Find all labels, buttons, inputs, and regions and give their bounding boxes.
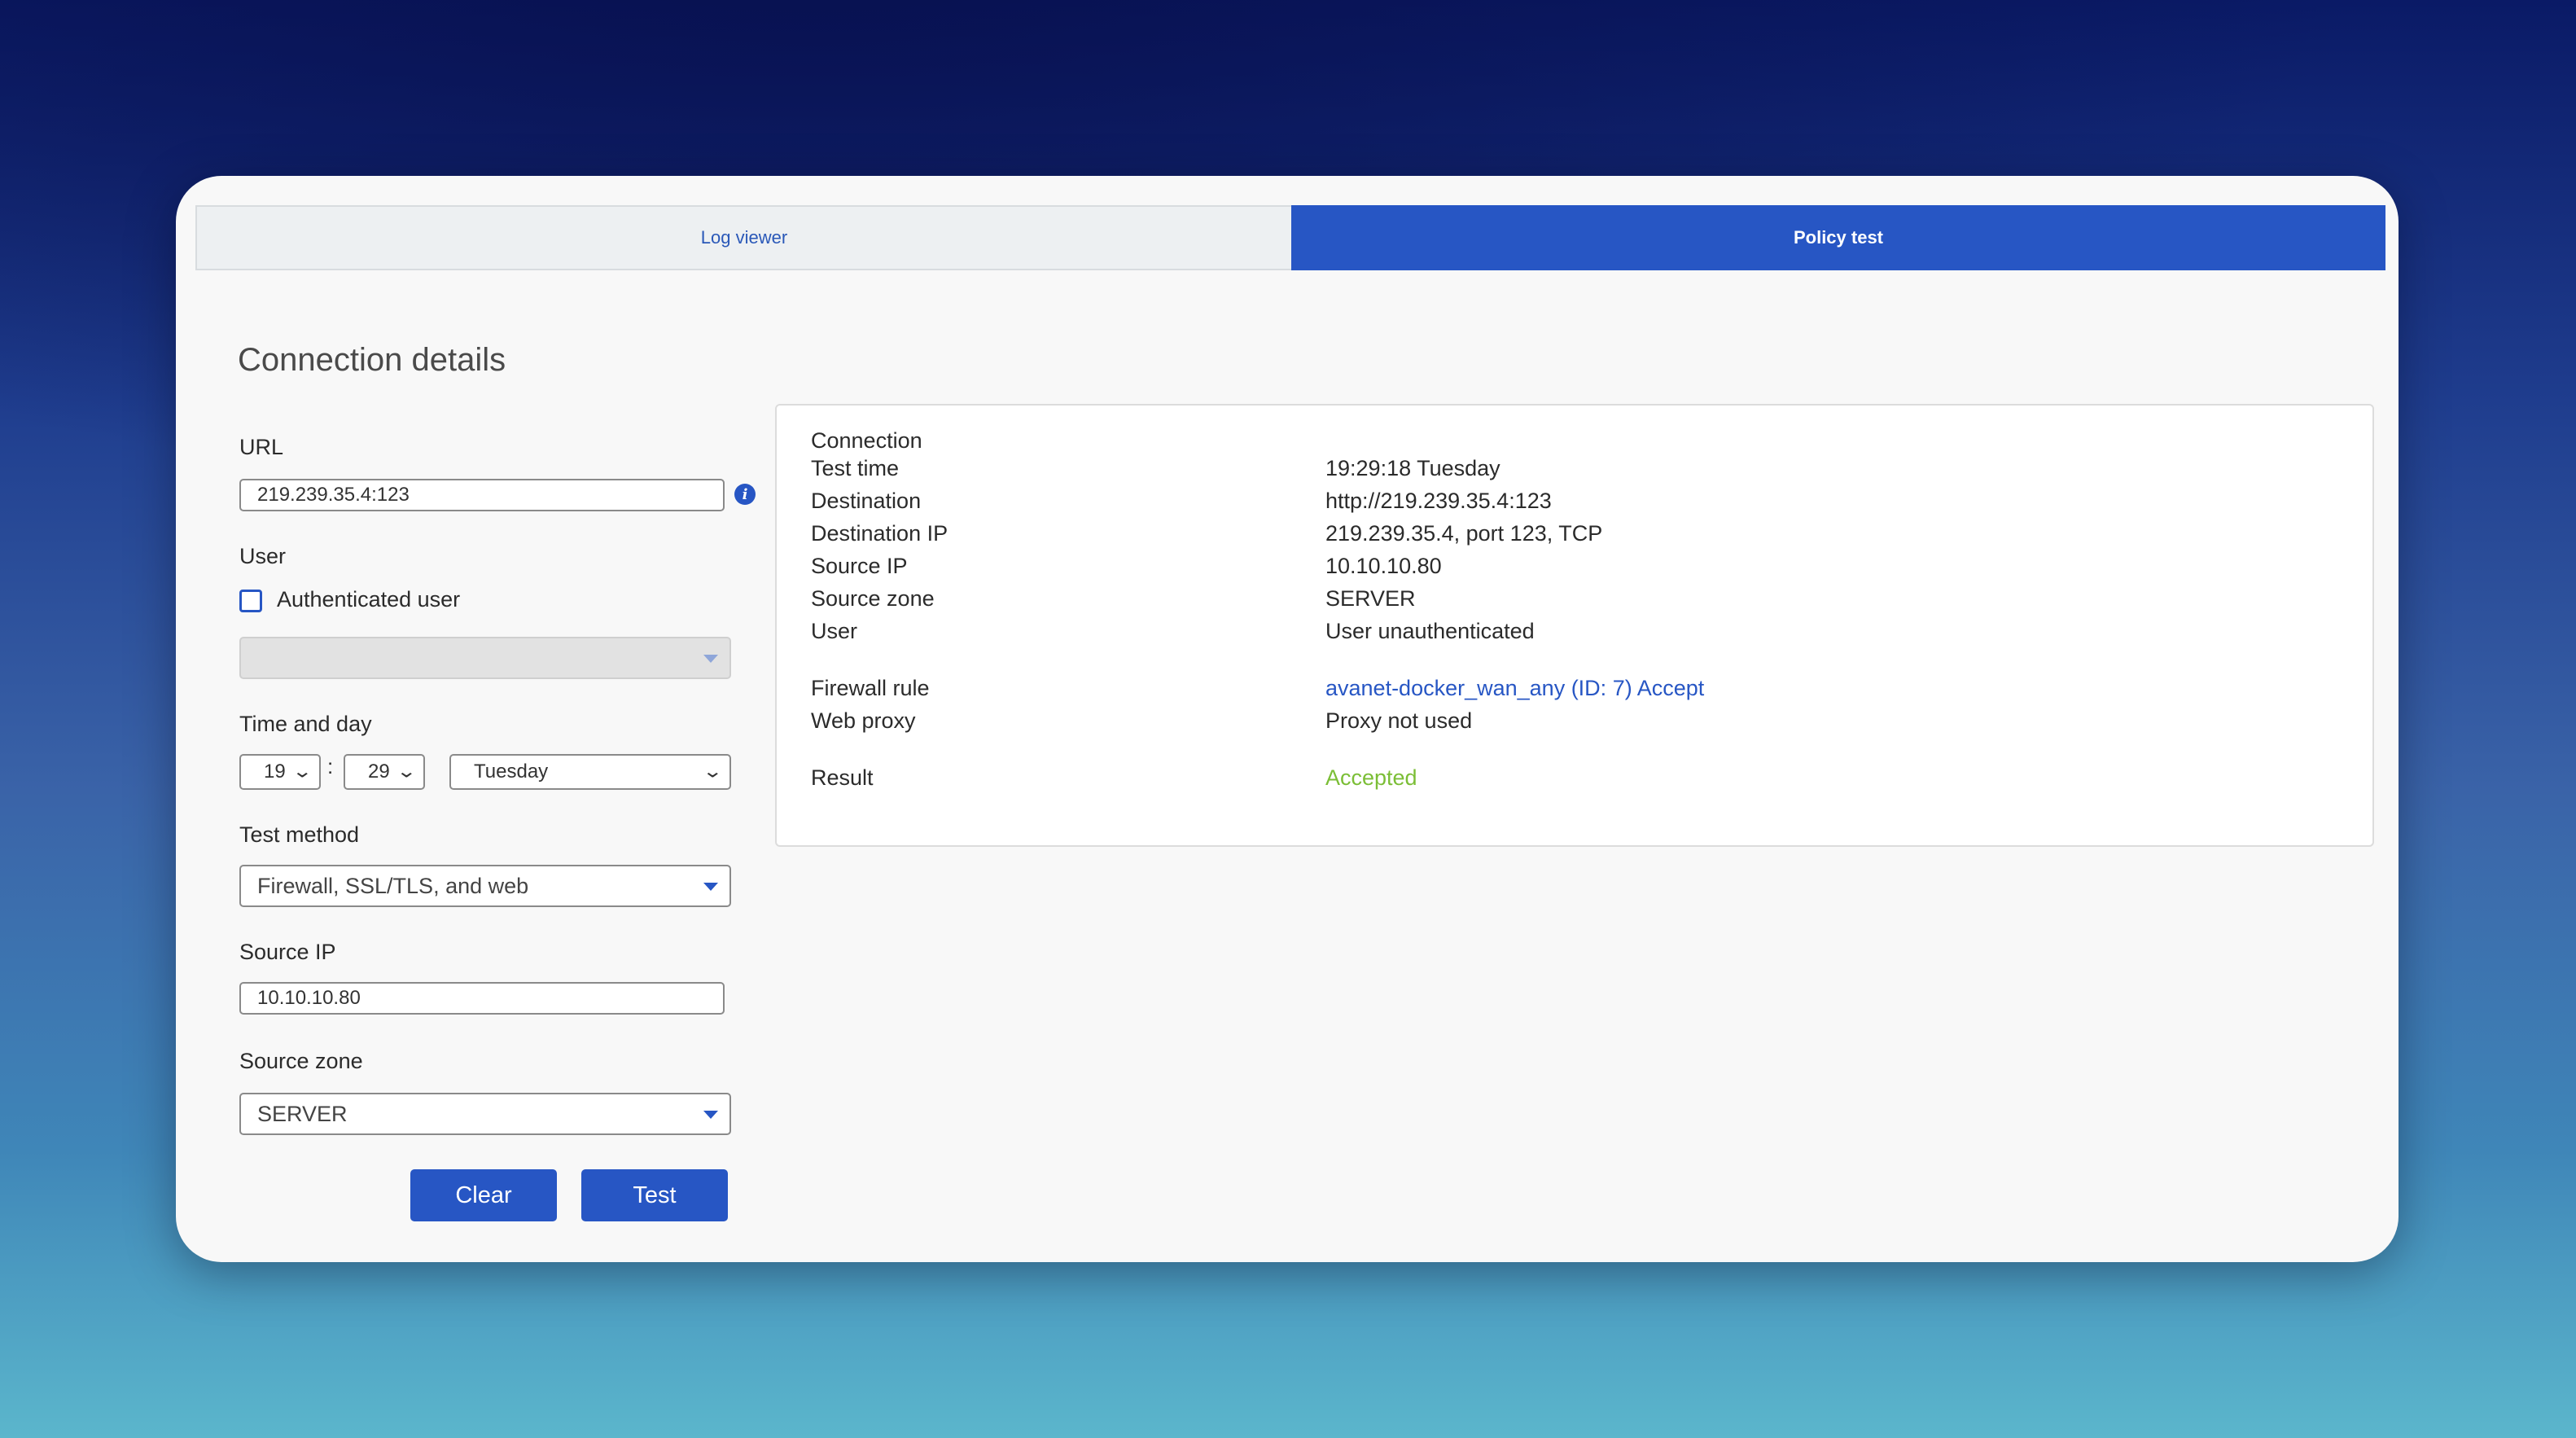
source-zone-label: Source zone xyxy=(239,1049,363,1073)
hour-select[interactable]: 19 ⌄ xyxy=(239,754,321,790)
test-method-select[interactable]: Firewall, SSL/TLS, and web xyxy=(239,865,731,907)
result-label-source-ip: Source IP xyxy=(811,554,908,578)
test-button[interactable]: Test xyxy=(581,1169,728,1221)
result-label-firewall-rule: Firewall rule xyxy=(811,676,930,700)
tab-policy-test[interactable]: Policy test xyxy=(1291,205,2385,270)
results-heading: Connection xyxy=(811,428,922,453)
policy-test-window: Log viewer Policy test Connection detail… xyxy=(176,176,2399,1262)
result-value-source-zone: SERVER xyxy=(1325,586,1416,611)
chevron-down-icon: ⌄ xyxy=(291,761,313,783)
result-value-source-ip: 10.10.10.80 xyxy=(1325,554,1442,578)
url-input[interactable] xyxy=(239,479,725,511)
firewall-rule-link[interactable]: avanet-docker_wan_any (ID: 7) Accept xyxy=(1325,676,1704,701)
page-title: Connection details xyxy=(238,342,506,378)
info-icon[interactable]: i xyxy=(734,484,756,505)
chevron-down-icon: ⌄ xyxy=(701,761,723,783)
source-zone-value: SERVER xyxy=(257,1101,348,1126)
day-value: Tuesday xyxy=(474,761,549,783)
authenticated-user-checkbox[interactable] xyxy=(239,590,262,612)
result-label-source-zone: Source zone xyxy=(811,586,935,611)
result-value-destination-ip: 219.239.35.4, port 123, TCP xyxy=(1325,521,1603,546)
test-method-value: Firewall, SSL/TLS, and web xyxy=(257,873,529,898)
result-value-web-proxy: Proxy not used xyxy=(1325,708,1473,733)
caret-down-icon xyxy=(703,1111,718,1119)
result-label-web-proxy: Web proxy xyxy=(811,708,916,733)
time-and-day-label: Time and day xyxy=(239,712,372,736)
hour-value: 19 xyxy=(264,761,286,783)
minute-value: 29 xyxy=(368,761,390,783)
source-ip-input[interactable] xyxy=(239,982,725,1015)
minute-select[interactable]: 29 ⌄ xyxy=(344,754,425,790)
source-zone-select[interactable]: SERVER xyxy=(239,1093,731,1135)
source-ip-label: Source IP xyxy=(239,940,336,964)
time-separator: : xyxy=(327,754,334,778)
result-value-destination: http://219.239.35.4:123 xyxy=(1325,489,1552,513)
result-value-user: User unauthenticated xyxy=(1325,619,1535,643)
url-label: URL xyxy=(239,435,284,459)
result-value-test-time: 19:29:18 Tuesday xyxy=(1325,456,1500,480)
user-select xyxy=(239,637,731,679)
caret-down-icon xyxy=(703,655,718,663)
tab-bar: Log viewer Policy test xyxy=(195,205,2385,270)
result-label-test-time: Test time xyxy=(811,456,900,480)
clear-button[interactable]: Clear xyxy=(410,1169,557,1221)
result-label-destination: Destination xyxy=(811,489,922,513)
user-label: User xyxy=(239,544,287,568)
status-badge: Accepted xyxy=(1325,765,1417,790)
result-label-user: User xyxy=(811,619,858,643)
test-method-label: Test method xyxy=(239,822,360,847)
result-label-destination-ip: Destination IP xyxy=(811,521,948,546)
day-select[interactable]: Tuesday ⌄ xyxy=(449,754,731,790)
chevron-down-icon: ⌄ xyxy=(395,761,417,783)
caret-down-icon xyxy=(703,883,718,891)
result-label-result: Result xyxy=(811,765,874,790)
authenticated-user-label: Authenticated user xyxy=(277,587,461,612)
results-panel: Connection Test time 19:29:18 Tuesday De… xyxy=(775,404,2374,847)
tab-log-viewer[interactable]: Log viewer xyxy=(195,205,1291,270)
